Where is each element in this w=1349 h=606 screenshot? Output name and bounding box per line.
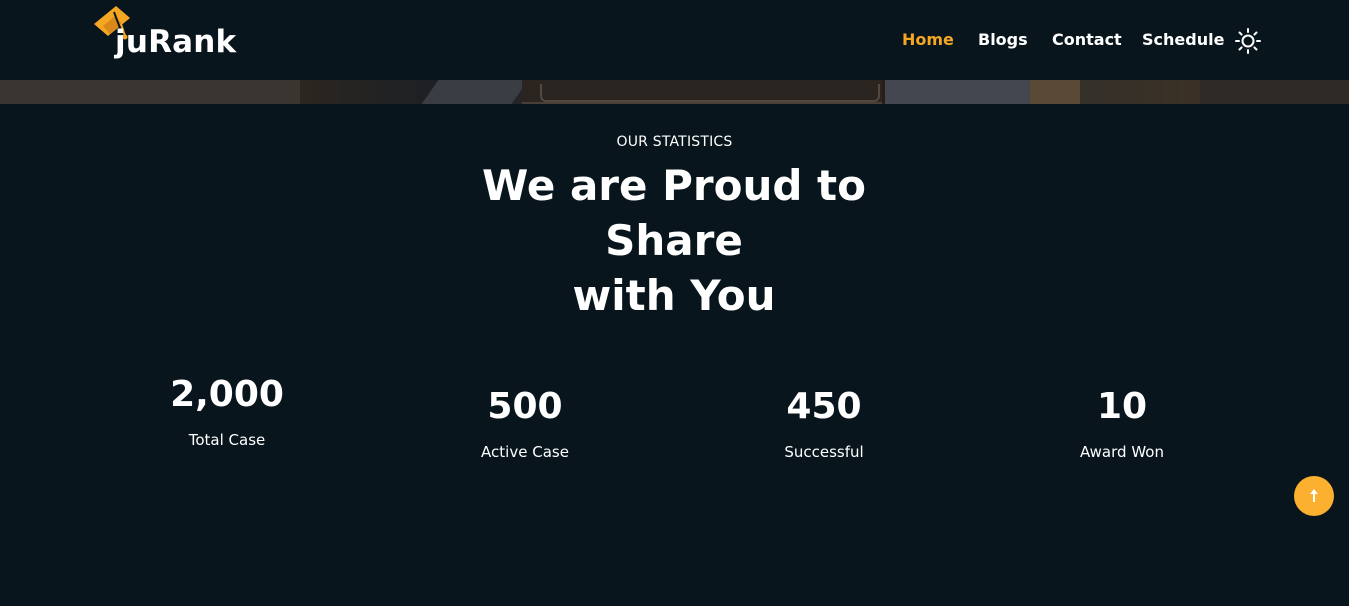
- background-shadow: [421, 80, 529, 104]
- section-headline: We are Proud to Share with You: [424, 158, 924, 323]
- background-shadow: [1200, 80, 1349, 104]
- hero-background-image: [0, 80, 1349, 104]
- headline-line-2: with You: [572, 271, 776, 320]
- nav-home[interactable]: Home: [902, 30, 954, 49]
- headline-line-1: We are Proud to Share: [482, 161, 866, 265]
- nav-schedule[interactable]: Schedule: [1142, 30, 1224, 49]
- top-navbar: juRank Home Blogs Contact Schedule: [0, 0, 1349, 80]
- stat-value-active-case: 500: [487, 386, 563, 427]
- background-book-edge: [540, 84, 880, 102]
- stat-label-active-case: Active Case: [481, 443, 569, 461]
- brand-logo[interactable]: juRank: [90, 4, 240, 64]
- nav-contact[interactable]: Contact: [1052, 30, 1122, 49]
- section-eyebrow: OUR STATISTICS: [616, 134, 733, 150]
- arrow-up-icon: [1310, 489, 1318, 502]
- background-wood: [1030, 80, 1080, 104]
- stat-value-total-case: 2,000: [170, 374, 284, 415]
- nav-blogs[interactable]: Blogs: [978, 30, 1028, 49]
- background-shadow: [0, 80, 300, 104]
- stat-label-total-case: Total Case: [188, 431, 266, 449]
- scroll-to-top-button[interactable]: [1294, 476, 1334, 516]
- brand-name: juRank: [115, 24, 237, 60]
- sun-icon[interactable]: [1234, 27, 1262, 55]
- stat-label-successful: Successful: [784, 443, 864, 461]
- stat-label-award-won: Award Won: [1080, 443, 1164, 461]
- stat-value-award-won: 10: [1096, 386, 1148, 427]
- background-paper: [885, 80, 1030, 104]
- stat-value-successful: 450: [786, 386, 862, 427]
